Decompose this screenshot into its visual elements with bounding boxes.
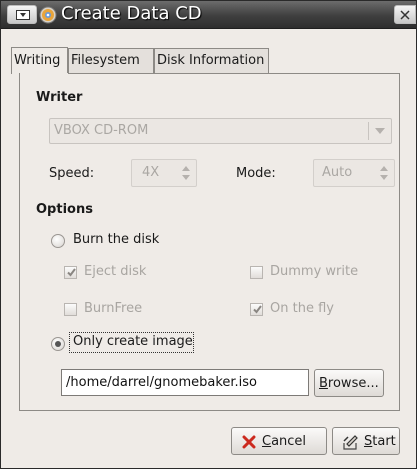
speed-value: 4X	[142, 165, 160, 180]
image-path-value: /home/darrel/gnomebaker.iso	[66, 375, 258, 390]
burnfree-label: BurnFree	[84, 301, 143, 316]
eject-disk-label: Eject disk	[84, 264, 147, 279]
writer-heading: Writer	[36, 90, 83, 105]
burnfree-checkbox[interactable]	[64, 303, 77, 316]
on-the-fly-label: On the fly	[270, 301, 334, 316]
cancel-button[interactable]: Cancel	[231, 427, 327, 455]
tab-filesystem[interactable]: Filesystem	[68, 48, 154, 74]
close-button[interactable]	[394, 5, 416, 24]
window-menu-icon	[16, 10, 30, 20]
cancel-x-icon	[242, 435, 256, 449]
writer-device-combo[interactable]: VBOX CD-ROM	[49, 118, 392, 144]
tab-writing-label: Writing	[14, 53, 61, 68]
spin-arrows-icon	[182, 166, 190, 180]
dummy-write-checkbox[interactable]	[250, 266, 263, 279]
image-path-input[interactable]: /home/darrel/gnomebaker.iso	[61, 369, 309, 396]
start-button[interactable]: Start	[332, 427, 400, 455]
close-icon	[400, 10, 410, 20]
cancel-mnemonic: C	[262, 434, 272, 449]
tab-disk-information[interactable]: Disk Information	[154, 48, 269, 74]
writer-device-value: VBOX CD-ROM	[54, 123, 149, 138]
combo-separator	[368, 122, 369, 140]
panel-top-border	[68, 73, 400, 74]
only-create-image-label: Only create image	[73, 334, 193, 349]
title-bar[interactable]: Create Data CD	[1, 1, 416, 29]
browse-label: Browse...	[319, 376, 379, 391]
cancel-label: Cancel	[262, 434, 306, 449]
create-data-cd-dialog: Create Data CD Writing Filesystem Disk I…	[0, 0, 417, 469]
speed-spinner[interactable]: 4X	[131, 159, 197, 187]
tab-filesystem-label: Filesystem	[71, 53, 140, 68]
on-the-fly-checkbox[interactable]	[250, 303, 263, 316]
options-heading: Options	[36, 202, 93, 217]
check-icon	[253, 305, 262, 314]
dummy-write-label: Dummy write	[270, 264, 359, 279]
cancel-label-rest: ancel	[271, 434, 307, 449]
mode-label: Mode:	[236, 166, 276, 181]
window-menu-button[interactable]	[7, 5, 37, 24]
mode-value: Auto	[322, 165, 353, 180]
check-icon	[67, 268, 76, 277]
mode-spinner[interactable]: Auto	[313, 159, 395, 187]
start-label: Start	[364, 434, 396, 449]
browse-button[interactable]: Browse...	[314, 369, 384, 397]
eject-disk-checkbox[interactable]	[64, 266, 77, 279]
chevron-down-icon	[375, 128, 385, 134]
window-title: Create Data CD	[61, 3, 202, 24]
burn-disk-radio[interactable]	[51, 234, 65, 248]
start-label-rest: tart	[372, 434, 396, 449]
browse-mnemonic: B	[319, 376, 328, 391]
browse-label-rest: rowse...	[327, 376, 379, 391]
tab-disk-information-label: Disk Information	[157, 53, 265, 68]
speed-label: Speed:	[49, 166, 95, 181]
tab-writing[interactable]: Writing	[11, 47, 68, 74]
cd-app-icon	[39, 6, 57, 24]
burn-disk-label: Burn the disk	[73, 232, 160, 247]
spin-arrows-icon	[380, 166, 388, 180]
burn-start-icon	[343, 435, 358, 450]
only-create-image-radio[interactable]	[51, 337, 65, 351]
